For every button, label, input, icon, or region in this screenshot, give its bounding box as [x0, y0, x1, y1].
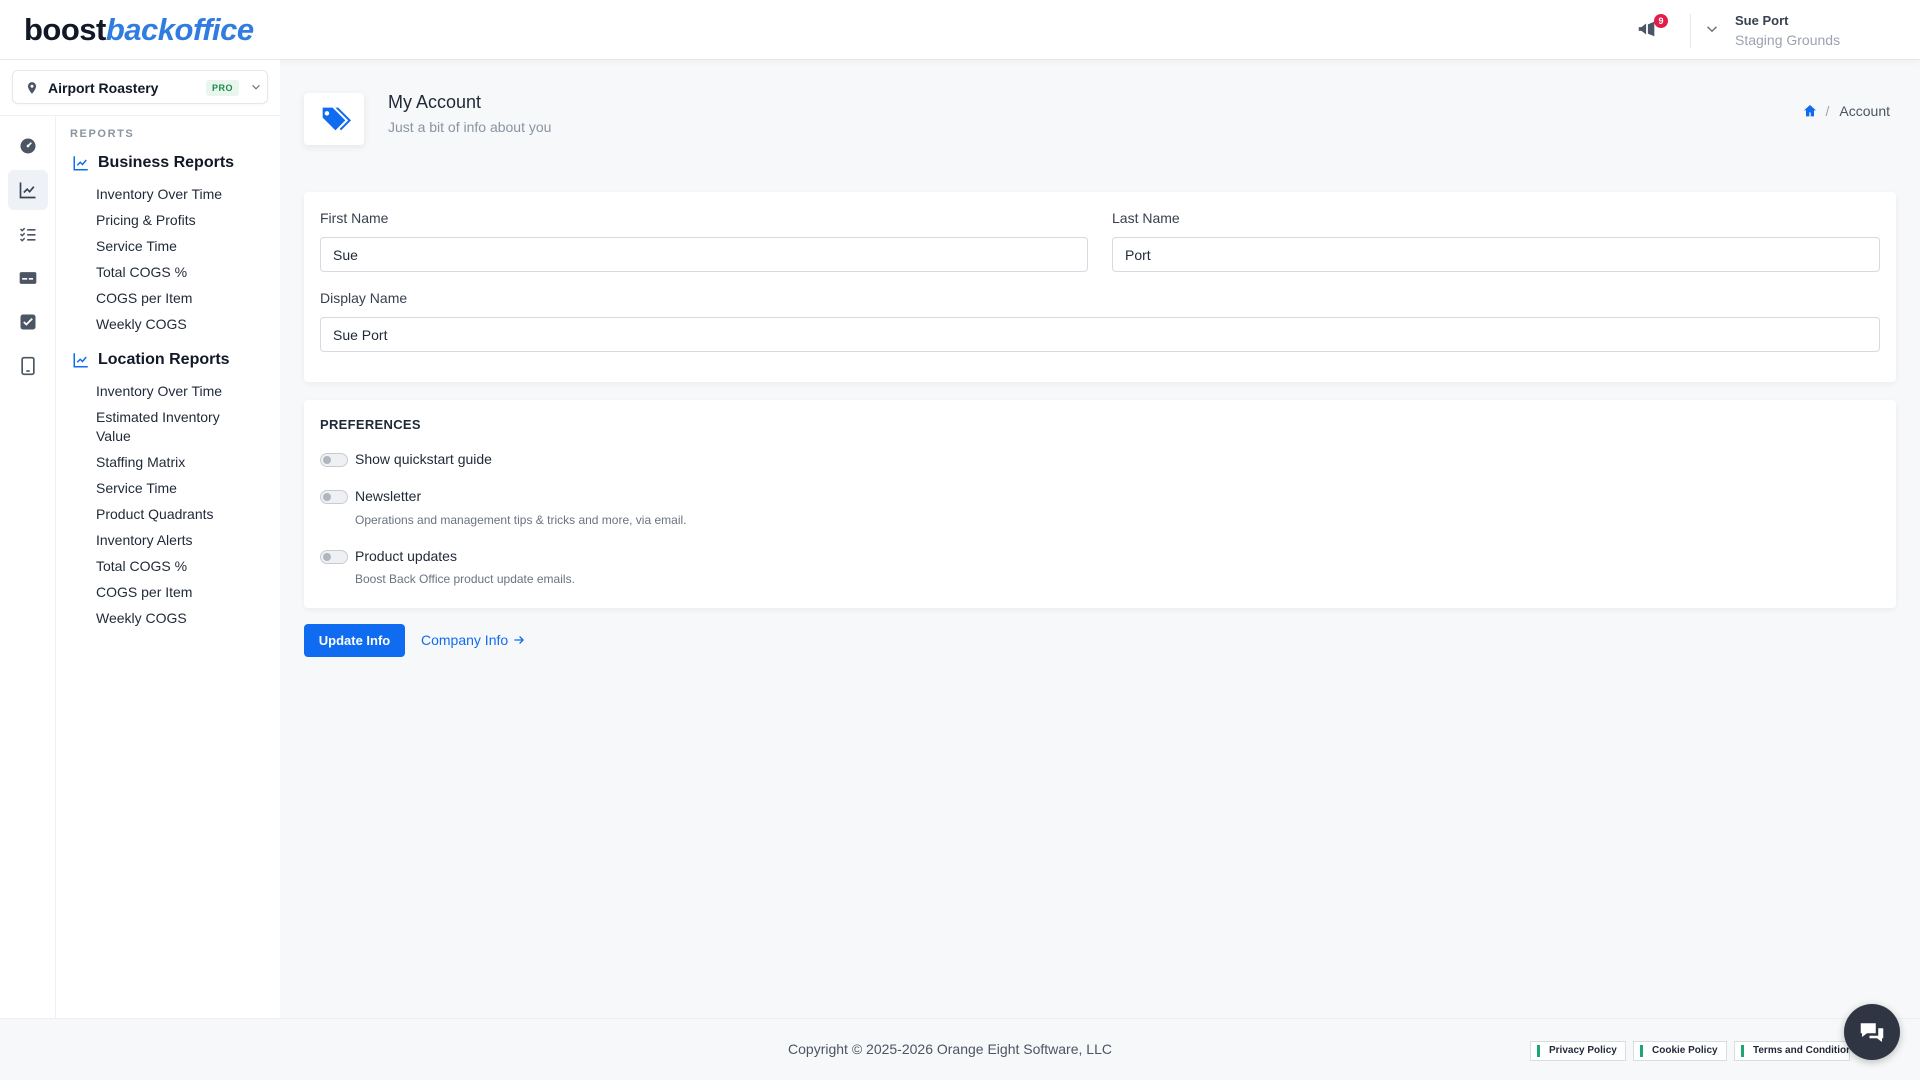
newsletter-description: Operations and management tips & tricks …	[355, 513, 687, 527]
rail-pos[interactable]	[8, 258, 48, 298]
notification-badge: 9	[1654, 14, 1668, 28]
menu-group-label: Location Reports	[98, 351, 230, 368]
menu-link-weekly-cogs[interactable]: Weekly COGS	[96, 315, 256, 334]
menu-link-inventory-over-time[interactable]: Inventory Over Time	[96, 382, 256, 401]
menu-group-location-reports[interactable]: Location Reports	[72, 351, 230, 369]
menu-caption: REPORTS	[70, 128, 135, 140]
breadcrumb: / Account	[1802, 103, 1890, 119]
icon-rail	[0, 116, 56, 1054]
list-check-icon	[19, 227, 36, 242]
chart-line-icon	[73, 156, 88, 171]
user-organization: Staging Grounds	[1735, 32, 1841, 48]
user-name[interactable]: Sue Port	[1735, 13, 1788, 28]
arrow-right-icon	[514, 636, 525, 644]
footer: Copyright © 2025-2026 Orange Eight Softw…	[0, 1018, 1920, 1080]
rail-checklists[interactable]	[8, 214, 48, 254]
reports-menu: REPORTS Business Reports Inventory Over …	[56, 116, 280, 1018]
chat-bubbles-icon	[1860, 1023, 1884, 1042]
menu-group-business-reports[interactable]: Business Reports	[72, 154, 234, 172]
cookie-policy-link[interactable]: Cookie Policy	[1633, 1041, 1727, 1061]
location-name: Airport Roastery	[48, 80, 159, 96]
menu-link-cogs-per-item[interactable]: COGS per Item	[96, 583, 256, 602]
rail-dashboard[interactable]	[8, 126, 48, 166]
display-name-label: Display Name	[320, 290, 408, 306]
display-name-input[interactable]	[320, 317, 1880, 352]
menu-link-inventory-alerts[interactable]: Inventory Alerts	[96, 531, 256, 550]
brand-logo[interactable]: boostbackoffice	[24, 12, 254, 48]
rail-devices[interactable]	[8, 346, 48, 386]
update-info-button[interactable]: Update Info	[304, 624, 405, 657]
page-icon	[304, 93, 364, 145]
brand-logo-part-2: backoffice	[105, 12, 254, 47]
newsletter-label: Newsletter	[355, 488, 422, 504]
terms-link[interactable]: Terms and Conditions	[1734, 1041, 1850, 1061]
first-name-input[interactable]	[320, 237, 1088, 272]
brand-logo-part-1: boost	[24, 12, 106, 47]
name-card: First Name Last Name Display Name	[304, 192, 1896, 382]
page-subtitle: Just a bit of info about you	[388, 119, 552, 135]
company-info-label: Company Info	[421, 632, 509, 648]
menu-link-staffing-matrix[interactable]: Staffing Matrix	[96, 453, 256, 472]
company-info-link[interactable]: Company Info	[421, 632, 526, 648]
tags-icon	[321, 107, 351, 131]
pro-badge: PRO	[206, 80, 240, 96]
menu-link-service-time[interactable]: Service Time	[96, 237, 256, 256]
menu-link-pricing-profits[interactable]: Pricing & Profits	[96, 211, 256, 230]
breadcrumb-separator: /	[1825, 103, 1830, 119]
menu-link-weekly-cogs[interactable]: Weekly COGS	[96, 609, 256, 628]
announcements-button[interactable]: 9	[1636, 14, 1668, 44]
chevron-down-icon	[252, 84, 260, 90]
product-updates-label: Product updates	[355, 548, 457, 564]
menu-link-cogs-per-item[interactable]: COGS per Item	[96, 289, 256, 308]
line-chart-icon	[19, 182, 36, 199]
sidebar: Airport Roastery PRO REPORTS Business Re…	[0, 60, 280, 1054]
last-name-label: Last Name	[1112, 210, 1180, 226]
top-bar: boostbackoffice 9 Sue Port Staging Groun…	[0, 0, 1920, 60]
product-updates-description: Boost Back Office product update emails.	[355, 572, 575, 586]
menu-link-service-time[interactable]: Service Time	[96, 479, 256, 498]
menu-link-total-cogs[interactable]: Total COGS %	[96, 557, 256, 576]
check-square-icon	[20, 314, 36, 330]
menu-link-estimated-inventory-value[interactable]: Estimated Inventory Value	[96, 408, 256, 446]
location-selector[interactable]: Airport Roastery PRO	[12, 70, 268, 104]
chart-line-icon	[73, 353, 88, 368]
card-icon	[19, 272, 37, 284]
menu-group-label: Business Reports	[98, 154, 235, 171]
chat-launcher[interactable]	[1844, 1004, 1900, 1060]
main-content: My Account Just a bit of info about you …	[280, 60, 1920, 1018]
home-icon[interactable]	[1802, 103, 1818, 119]
quickstart-toggle[interactable]	[320, 453, 348, 467]
gauge-icon	[20, 138, 36, 154]
map-pin-icon	[27, 82, 37, 94]
preferences-card: PREFERENCES Show quickstart guide Newsle…	[304, 400, 1896, 608]
tablet-icon	[21, 356, 35, 376]
user-menu-chevron-icon[interactable]	[1703, 20, 1721, 38]
privacy-policy-link[interactable]: Privacy Policy	[1530, 1041, 1626, 1061]
breadcrumb-current: Account	[1839, 103, 1890, 119]
product-updates-toggle[interactable]	[320, 550, 348, 564]
first-name-label: First Name	[320, 210, 389, 226]
menu-link-inventory-over-time[interactable]: Inventory Over Time	[96, 185, 256, 204]
quickstart-label: Show quickstart guide	[355, 451, 492, 467]
menu-link-total-cogs[interactable]: Total COGS %	[96, 263, 256, 282]
header-divider	[1690, 14, 1691, 48]
rail-reports[interactable]	[8, 170, 48, 210]
menu-link-product-quadrants[interactable]: Product Quadrants	[96, 505, 256, 524]
rail-tasks[interactable]	[8, 302, 48, 342]
newsletter-toggle[interactable]	[320, 490, 348, 504]
page-title: My Account	[388, 92, 482, 112]
last-name-input[interactable]	[1112, 237, 1880, 272]
preferences-title: PREFERENCES	[320, 417, 421, 432]
